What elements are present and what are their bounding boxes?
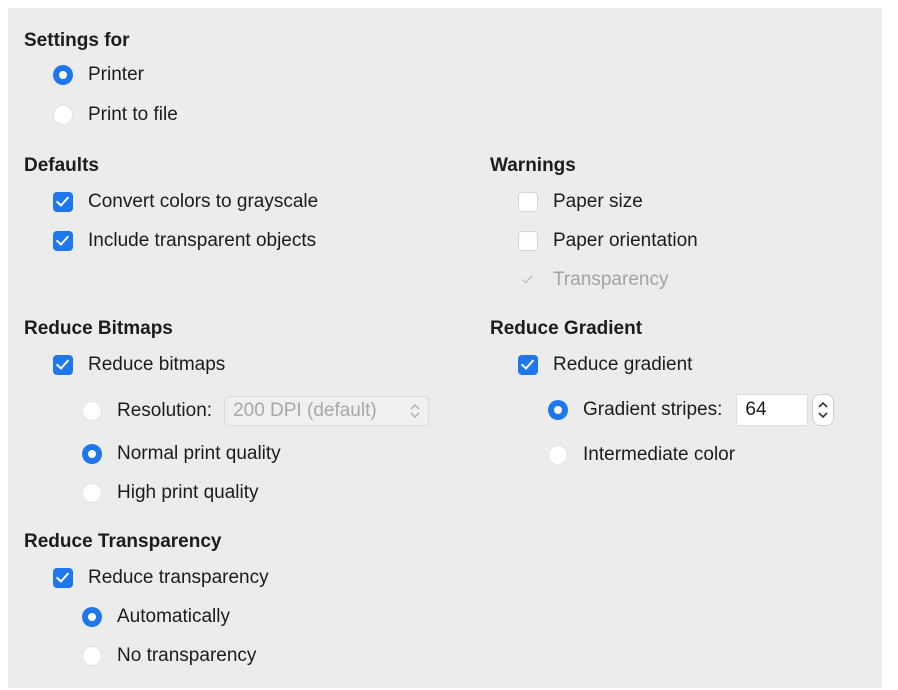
checkbox-unchecked-icon[interactable]	[518, 231, 538, 251]
reduce-gradient-checkbox[interactable]: Reduce gradient	[518, 350, 692, 380]
radio-unselected-icon[interactable]	[53, 105, 73, 125]
up-down-arrow-icon	[818, 401, 828, 419]
checkbox-checked-icon[interactable]	[53, 568, 73, 588]
resolution-label: Resolution:	[117, 400, 213, 421]
radio-unselected-icon[interactable]	[82, 401, 102, 421]
resolution-radio[interactable]: Resolution: 200 DPI (default)	[82, 396, 430, 426]
paper-orientation-label: Paper orientation	[553, 230, 698, 251]
warnings-heading: Warnings	[490, 155, 576, 176]
radio-selected-icon[interactable]	[548, 400, 568, 420]
radio-unselected-icon[interactable]	[82, 483, 102, 503]
gradient-stripes-stepper[interactable]	[812, 394, 835, 426]
convert-grayscale-checkbox[interactable]: Convert colors to grayscale	[53, 187, 318, 217]
checkmark-disabled-icon	[518, 270, 538, 290]
high-quality-label: High print quality	[117, 482, 259, 503]
printer-label: Printer	[88, 64, 144, 85]
no-transparency-radio[interactable]: No transparency	[82, 641, 256, 671]
checkbox-checked-icon[interactable]	[53, 192, 73, 212]
convert-grayscale-label: Convert colors to grayscale	[88, 191, 319, 212]
checkbox-unchecked-icon[interactable]	[518, 192, 538, 212]
paper-orientation-checkbox[interactable]: Paper orientation	[518, 226, 698, 256]
radio-selected-icon[interactable]	[53, 65, 73, 85]
print-to-file-label: Print to file	[88, 104, 178, 125]
no-transparency-label: No transparency	[117, 645, 257, 666]
include-transparent-label: Include transparent objects	[88, 230, 317, 251]
transparency-warning-label: Transparency	[553, 269, 669, 290]
include-transparent-checkbox[interactable]: Include transparent objects	[53, 226, 316, 256]
reduce-bitmaps-checkbox[interactable]: Reduce bitmaps	[53, 350, 225, 380]
radio-unselected-icon[interactable]	[548, 445, 568, 465]
gradient-stripes-label: Gradient stripes:	[583, 399, 723, 420]
print-options-panel: Settings for Printer Print to file Defau…	[8, 8, 882, 688]
automatically-label: Automatically	[117, 606, 230, 627]
radio-unselected-icon[interactable]	[82, 646, 102, 666]
checkbox-checked-icon[interactable]	[518, 355, 538, 375]
high-quality-radio[interactable]: High print quality	[82, 478, 259, 508]
checkbox-checked-icon[interactable]	[53, 355, 73, 375]
transparency-warning-checkbox: Transparency	[518, 265, 668, 295]
reduce-bitmaps-label: Reduce bitmaps	[88, 354, 226, 375]
updown-chevron-icon	[410, 403, 420, 419]
paper-size-label: Paper size	[553, 191, 643, 212]
reduce-bitmaps-heading: Reduce Bitmaps	[24, 318, 173, 339]
settings-for-heading: Settings for	[24, 30, 130, 51]
reduce-transparency-heading: Reduce Transparency	[24, 531, 222, 552]
checkbox-checked-icon[interactable]	[53, 231, 73, 251]
reduce-gradient-heading: Reduce Gradient	[490, 318, 643, 339]
defaults-heading: Defaults	[24, 155, 99, 176]
gradient-stripes-radio[interactable]: Gradient stripes: 64	[548, 394, 835, 426]
reduce-transparency-checkbox[interactable]: Reduce transparency	[53, 563, 269, 593]
radio-selected-icon[interactable]	[82, 444, 102, 464]
printer-radio[interactable]: Printer	[53, 60, 144, 90]
automatically-radio[interactable]: Automatically	[82, 602, 230, 632]
normal-quality-label: Normal print quality	[117, 443, 281, 464]
resolution-dropdown[interactable]: 200 DPI (default)	[224, 396, 430, 426]
normal-quality-radio[interactable]: Normal print quality	[82, 439, 281, 469]
reduce-transparency-label: Reduce transparency	[88, 567, 269, 588]
resolution-dropdown-value: 200 DPI (default)	[233, 400, 377, 421]
print-to-file-radio[interactable]: Print to file	[53, 100, 178, 130]
paper-size-checkbox[interactable]: Paper size	[518, 187, 643, 217]
reduce-gradient-label: Reduce gradient	[553, 354, 693, 375]
gradient-stripes-input[interactable]: 64	[736, 394, 809, 426]
intermediate-color-radio[interactable]: Intermediate color	[548, 440, 735, 470]
radio-selected-icon[interactable]	[82, 607, 102, 627]
intermediate-color-label: Intermediate color	[583, 444, 736, 465]
